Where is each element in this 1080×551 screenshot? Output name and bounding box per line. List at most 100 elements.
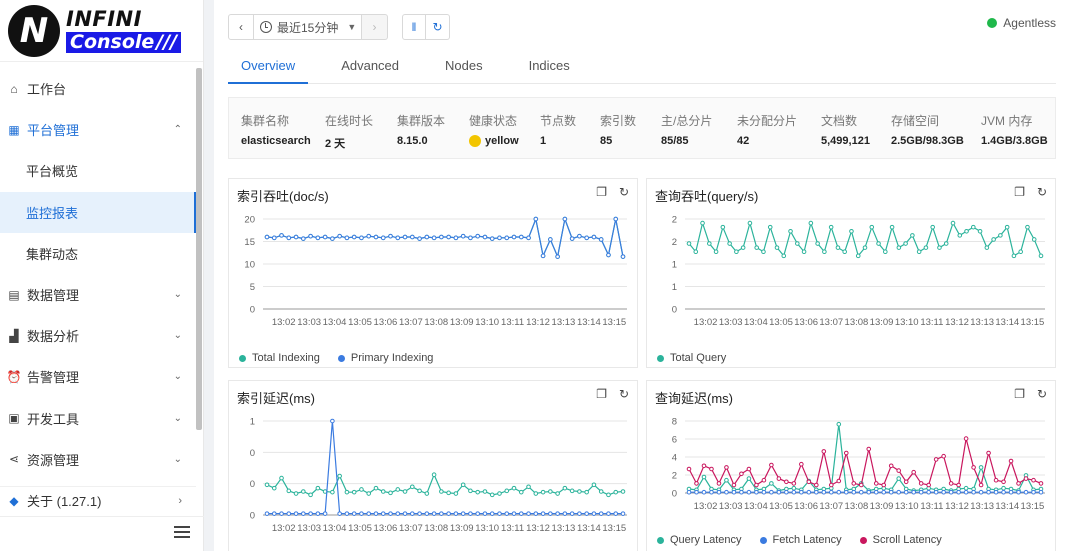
stat-value-text: 85/85 — [661, 135, 689, 147]
sidebar-item-1[interactable]: ▦ 平台管理 ⌃ — [0, 109, 196, 150]
sidebar-item-about[interactable]: ◆ 关于 (1.27.1) › — [0, 486, 196, 514]
chart-panel-query-latency: 查询延迟(ms) ❐ ↻ 0 2 4 6 8 13:02 13:03 13:04 13:05 13… — [646, 380, 1056, 551]
x-tick-label: 13:04 — [323, 317, 347, 328]
series-line — [266, 473, 624, 496]
sidebar-item-0[interactable]: ⌂ 工作台 — [0, 68, 196, 109]
copy-icon[interactable]: ❐ — [1014, 185, 1025, 199]
legend-item[interactable]: Primary Indexing — [337, 352, 433, 364]
data-point — [873, 481, 879, 486]
sidebar-item-5[interactable]: ▤ 数据管理 ⌄ — [0, 274, 196, 315]
data-point — [806, 479, 812, 485]
data-point — [788, 228, 793, 234]
data-point — [795, 241, 800, 246]
data-point — [911, 469, 916, 475]
data-point — [446, 490, 451, 496]
x-tick-label: 13:09 — [870, 501, 894, 512]
sidebar-item-4[interactable]: 集群动态 — [0, 233, 196, 274]
data-point — [606, 511, 611, 516]
x-tick-label: 13:04 — [744, 501, 768, 512]
sidebar-item-label: 平台概览 — [26, 164, 79, 180]
diamond-icon: ◆ — [9, 493, 19, 508]
tab-advanced[interactable]: Advanced — [328, 52, 412, 84]
sidebar-scrollbar[interactable] — [196, 68, 202, 430]
data-point — [373, 485, 379, 491]
next-range-button[interactable]: › — [362, 14, 388, 40]
data-point — [978, 482, 984, 488]
data-point — [359, 487, 364, 492]
data-point — [308, 492, 313, 498]
reload-icon[interactable]: ↻ — [1037, 185, 1047, 199]
data-point — [808, 220, 814, 226]
reload-icon[interactable]: ↻ — [1037, 387, 1047, 401]
sidebar-item-label: 开发工具 — [27, 411, 80, 427]
data-point — [754, 245, 759, 250]
copy-icon[interactable]: ❐ — [596, 185, 607, 199]
data-point — [716, 489, 722, 495]
data-point — [366, 233, 372, 239]
data-point — [402, 234, 408, 240]
data-point — [903, 241, 908, 246]
data-point — [767, 224, 773, 230]
data-point — [591, 482, 597, 488]
data-point — [963, 489, 969, 495]
data-point — [606, 252, 611, 258]
sidebar-item-6[interactable]: ▟ 数据分析 ⌄ — [0, 315, 196, 356]
tab-nodes[interactable]: Nodes — [432, 52, 496, 84]
chart-legend: Query Latency Fetch Latency Scroll Laten… — [657, 534, 942, 546]
data-point — [504, 488, 510, 494]
stat-label: 节点数 — [540, 114, 577, 128]
sidebar-item-9[interactable]: ⋖ 资源管理 ⌄ — [0, 439, 196, 480]
data-point — [620, 254, 626, 259]
data-point — [896, 489, 902, 495]
app-logo[interactable]: N INFINI Console/// — [0, 0, 203, 62]
tab-indices[interactable]: Indices — [516, 52, 583, 84]
legend-item[interactable]: Query Latency — [657, 534, 742, 546]
data-point — [540, 511, 546, 516]
reload-icon[interactable]: ↻ — [619, 185, 629, 199]
data-point — [964, 228, 969, 234]
sidebar-item-8[interactable]: ▣ 开发工具 ⌄ — [0, 398, 196, 439]
legend-item[interactable]: Total Indexing — [239, 352, 320, 364]
reload-icon[interactable]: ↻ — [619, 387, 629, 401]
legend-item[interactable]: Scroll Latency — [859, 534, 942, 546]
stat-label: 文档数 — [821, 114, 858, 128]
prev-range-button[interactable]: ‹ — [228, 14, 254, 40]
legend-item[interactable]: Fetch Latency — [759, 534, 842, 546]
stat-value: 1 — [540, 135, 576, 147]
sidebar-item-label: 监控报表 — [26, 205, 79, 221]
data-point — [373, 511, 379, 516]
legend-item[interactable]: Total Query — [657, 352, 726, 364]
copy-icon[interactable]: ❐ — [596, 387, 607, 401]
tab-overview[interactable]: Overview — [228, 52, 309, 84]
collapse-menu-icon[interactable] — [174, 526, 190, 540]
home-icon: ⌂ — [10, 81, 18, 96]
time-range-select[interactable]: 最近15分钟 ▼ — [254, 14, 362, 40]
data-point — [1038, 481, 1044, 486]
data-point — [1025, 224, 1030, 230]
data-point — [896, 245, 902, 250]
logo-text-console: Console/// — [66, 31, 182, 53]
sidebar-item-3[interactable]: 监控报表 — [0, 191, 196, 233]
data-point — [971, 465, 976, 470]
data-point — [497, 511, 502, 516]
data-point — [1001, 479, 1006, 485]
data-point — [1018, 249, 1023, 255]
x-tick-label: 13:10 — [895, 501, 919, 512]
stat-label: JVM 内存 — [981, 114, 1033, 128]
data-point — [511, 511, 517, 516]
data-point — [410, 234, 415, 240]
sidebar-item-7[interactable]: ⏰ 告警管理 ⌄ — [0, 356, 196, 397]
refresh-button[interactable]: ↻ — [426, 14, 450, 40]
x-tick-label: 13:14 — [995, 317, 1019, 328]
data-point — [402, 511, 408, 516]
data-point — [453, 491, 459, 496]
data-point — [858, 482, 864, 488]
data-point — [460, 233, 466, 239]
data-point — [881, 489, 887, 495]
pause-button[interactable]: ‖ — [402, 14, 426, 40]
sidebar-item-2[interactable]: 平台概览 — [0, 150, 196, 191]
data-point — [781, 253, 787, 259]
data-point — [417, 236, 422, 241]
copy-icon[interactable]: ❐ — [1014, 387, 1025, 401]
data-point — [903, 479, 909, 485]
